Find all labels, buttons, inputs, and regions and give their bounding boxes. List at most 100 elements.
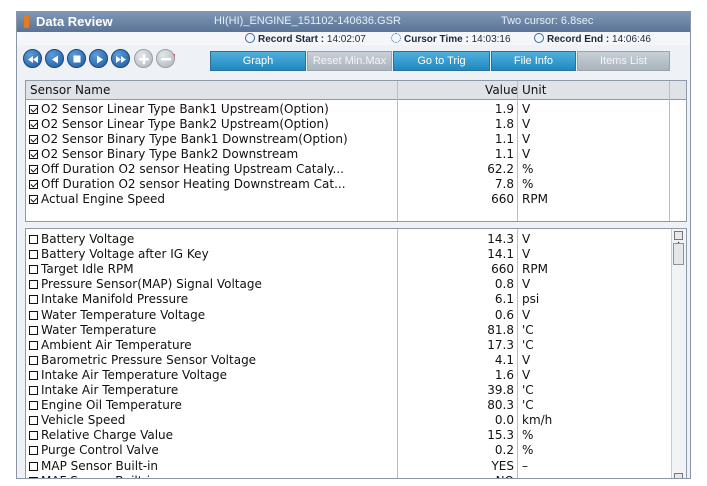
play-button[interactable] bbox=[89, 49, 108, 68]
items-list-button[interactable]: Items List bbox=[577, 51, 670, 71]
scroll-down-icon[interactable] bbox=[674, 473, 683, 478]
table-row[interactable]: O2 Sensor Linear Type Bank2 Upstream(Opt… bbox=[26, 117, 666, 132]
table-row[interactable]: Battery Voltage 14.3 V bbox=[26, 232, 666, 247]
clock-icon bbox=[245, 33, 255, 43]
sensor-name: Off Duration O2 sensor Heating Upstream … bbox=[41, 162, 344, 176]
title-bar: Data Review HI(HI)_ENGINE_151102-140636.… bbox=[17, 12, 690, 32]
table-row[interactable]: MAP Sensor Built-in YES – bbox=[26, 459, 666, 474]
row-checkbox[interactable] bbox=[29, 135, 38, 144]
table-row[interactable]: Water Temperature Voltage 0.6 V bbox=[26, 308, 666, 323]
sensor-unit: V bbox=[522, 117, 531, 131]
cursor-time-value: 14:03:16 bbox=[471, 34, 511, 45]
row-checkbox[interactable] bbox=[29, 105, 38, 114]
vertical-scrollbar[interactable] bbox=[671, 229, 686, 478]
table-row[interactable]: O2 Sensor Linear Type Bank1 Upstream(Opt… bbox=[26, 102, 666, 117]
row-checkbox[interactable] bbox=[29, 310, 38, 320]
sensor-value: 0.2 bbox=[494, 443, 514, 458]
record-end: Record End : 14:06:46 bbox=[534, 33, 651, 45]
row-checkbox[interactable] bbox=[29, 386, 38, 395]
scroll-up-icon[interactable] bbox=[674, 231, 683, 246]
table-row[interactable]: Purge Control Valve 0.2% bbox=[26, 443, 666, 458]
sensor-value: 39.8 bbox=[487, 383, 514, 397]
row-checkbox[interactable] bbox=[29, 461, 38, 471]
sensor-name: Ambient Air Temperature bbox=[41, 337, 192, 352]
table-row[interactable]: Relative Charge Value 15.3% bbox=[26, 428, 666, 443]
sensor-name: O2 Sensor Binary Type Bank1 Downstream(O… bbox=[41, 132, 348, 146]
cursor-time: Cursor Time : 14:03:16 bbox=[391, 33, 511, 45]
row-checkbox[interactable] bbox=[29, 150, 38, 159]
table-row[interactable]: Target Idle RPM 660 RPM bbox=[26, 262, 666, 277]
record-start-value: 14:02:07 bbox=[326, 34, 366, 45]
fast-forward-button[interactable] bbox=[111, 49, 130, 68]
graph-button[interactable]: Graph bbox=[210, 51, 306, 71]
scrollbar-thumb[interactable] bbox=[673, 243, 684, 265]
table-row[interactable]: Intake Air Temperature Voltage 1.6 V bbox=[26, 368, 666, 383]
sensor-name: MAP Sensor Built-in bbox=[41, 458, 159, 473]
table-row[interactable]: Intake Manifold Pressure 6.1 psi bbox=[26, 292, 666, 307]
row-checkbox[interactable] bbox=[29, 235, 38, 244]
row-checkbox[interactable] bbox=[29, 265, 38, 275]
file-info-button[interactable]: File Info bbox=[491, 51, 576, 71]
unit-header[interactable]: Unit bbox=[522, 83, 546, 97]
sensor-name: Relative Charge Value bbox=[41, 428, 174, 443]
table-row[interactable]: Battery Voltage after IG Key 14.1 V bbox=[26, 247, 666, 262]
record-start-label: Record Start : bbox=[258, 34, 325, 45]
row-checkbox[interactable] bbox=[29, 250, 38, 260]
rewind-icon bbox=[28, 56, 38, 63]
sensor-value: 17.3 bbox=[487, 337, 514, 352]
row-checkbox[interactable] bbox=[29, 476, 38, 478]
row-checkbox[interactable] bbox=[29, 165, 38, 174]
sensor-unit: 'C bbox=[522, 337, 534, 352]
row-checkbox[interactable] bbox=[29, 355, 38, 365]
table-row[interactable]: O2 Sensor Binary Type Bank1 Downstream(O… bbox=[26, 132, 666, 147]
sensor-value: 7.8 bbox=[494, 177, 514, 191]
row-checkbox[interactable] bbox=[29, 431, 38, 441]
sensor-unit: – bbox=[522, 458, 528, 473]
step-back-button[interactable] bbox=[45, 49, 64, 68]
row-checkbox[interactable] bbox=[29, 195, 38, 204]
table-row[interactable]: Water Temperature 81.8 'C bbox=[26, 323, 666, 338]
table-row[interactable]: Engine Oil Temperature 80.3 'C bbox=[26, 398, 666, 413]
row-checkbox[interactable] bbox=[29, 446, 38, 456]
table-row[interactable]: Pressure Sensor(MAP) Signal Voltage 0.8 V bbox=[26, 277, 666, 292]
row-checkbox[interactable] bbox=[29, 401, 38, 411]
sensor-unit: V bbox=[522, 232, 531, 246]
row-checkbox[interactable] bbox=[29, 295, 38, 305]
row-checkbox[interactable] bbox=[29, 120, 38, 129]
selected-sensor-grid: Sensor Name Value Unit O2 Sensor Linear … bbox=[25, 80, 687, 222]
table-row[interactable]: Ambient Air Temperature 17.3 'C bbox=[26, 338, 666, 353]
zoom-out-button[interactable] bbox=[156, 49, 175, 68]
reset-min-max-button[interactable]: Reset Min.Max bbox=[307, 51, 392, 71]
table-row[interactable]: Off Duration O2 sensor Heating Upstream … bbox=[26, 162, 666, 177]
row-checkbox[interactable] bbox=[29, 340, 38, 350]
row-checkbox[interactable] bbox=[29, 180, 38, 189]
table-row[interactable]: O2 Sensor Binary Type Bank2 Downstream 1.… bbox=[26, 147, 666, 162]
table-row[interactable]: MAF Sensor Built-in NO – bbox=[26, 474, 666, 478]
rewind-button[interactable] bbox=[23, 49, 42, 68]
sensor-grid: Battery Voltage 14.3 V Battery Voltage afte… bbox=[25, 228, 687, 478]
row-checkbox[interactable] bbox=[29, 280, 38, 290]
table-row[interactable]: Intake Air Temperature 39.8 'C bbox=[26, 383, 666, 398]
row-checkbox[interactable] bbox=[29, 370, 38, 380]
zoom-in-button[interactable] bbox=[134, 49, 153, 68]
table-row[interactable]: Off Duration O2 sensor Heating Downstrea… bbox=[26, 177, 666, 192]
sensor-name: Vehicle Speed bbox=[41, 413, 126, 428]
sensor-name: Battery Voltage after IG Key bbox=[41, 247, 209, 262]
value-header[interactable]: Value bbox=[485, 83, 518, 97]
table-row[interactable]: Barometric Pressure Sensor Voltage 4.1 V bbox=[26, 353, 666, 368]
row-checkbox[interactable] bbox=[29, 416, 38, 426]
table-row[interactable]: Actual Engine Speed 660 RPM bbox=[26, 192, 666, 207]
cursor-time-label: Cursor Time : bbox=[404, 34, 469, 45]
sensor-value: 80.3 bbox=[487, 398, 514, 413]
record-end-value: 14:06:46 bbox=[612, 34, 651, 45]
sensor-name-header[interactable]: Sensor Name bbox=[30, 83, 110, 97]
sensor-unit: V bbox=[522, 352, 531, 367]
go-to-trig-button[interactable]: Go to Trig bbox=[393, 51, 490, 71]
stop-button[interactable] bbox=[67, 49, 86, 68]
sensor-value: 1.8 bbox=[494, 117, 514, 131]
sensor-name: MAF Sensor Built-in bbox=[41, 474, 158, 478]
table-row[interactable]: Vehicle Speed 0.0 km/h bbox=[26, 413, 666, 428]
sensor-value: 1.1 bbox=[494, 147, 514, 161]
sensor-value: 660 bbox=[491, 262, 514, 277]
row-checkbox[interactable] bbox=[29, 325, 38, 335]
